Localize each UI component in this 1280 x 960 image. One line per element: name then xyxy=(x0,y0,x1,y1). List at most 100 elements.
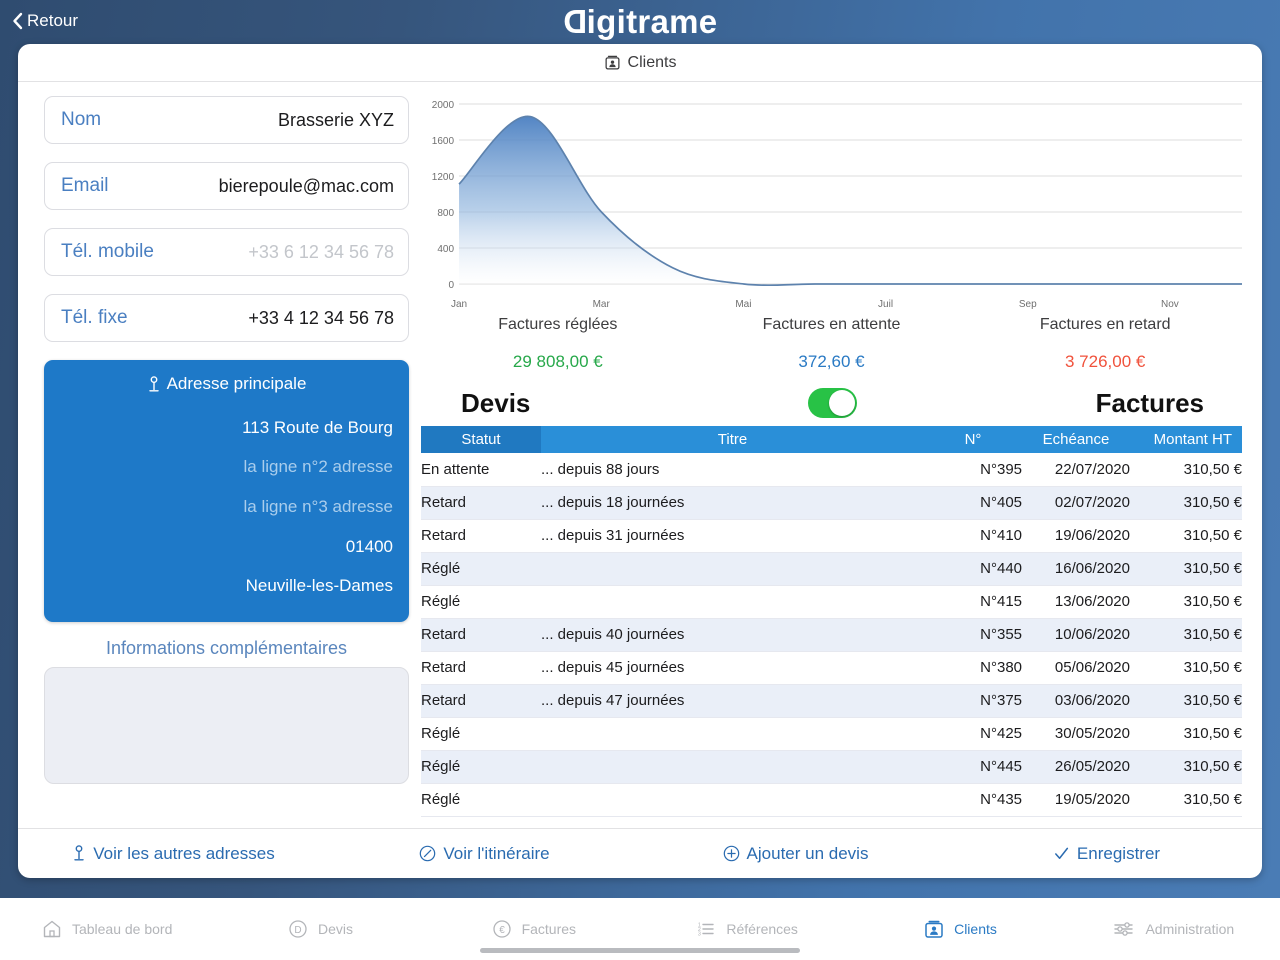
primary-address-card[interactable]: Adresse principale 113 Route de Bourg la… xyxy=(44,360,409,622)
tab-administration[interactable]: Administration xyxy=(1067,918,1280,940)
tab-factures-label: Factures xyxy=(521,921,577,937)
stat-retard-title: Factures en retard xyxy=(1039,316,1171,333)
address-line-2: la ligne n°2 adresse xyxy=(243,457,393,477)
invoices-table-head: Statut Titre N° Echéance Montant HT xyxy=(421,426,1242,453)
svg-text:1200: 1200 xyxy=(432,172,455,183)
tab-references[interactable]: 1 2 3 Références xyxy=(640,918,853,940)
action-enregistrer[interactable]: Enregistrer xyxy=(951,844,1262,864)
row-echeance: 02/07/2020 xyxy=(1022,486,1130,520)
svg-text:Nov: Nov xyxy=(1161,299,1179,310)
tab-devis[interactable]: D Devis xyxy=(213,918,426,940)
primary-address-title-label: Adresse principale xyxy=(166,374,307,393)
stat-reglees-title: Factures réglées xyxy=(498,316,618,333)
row-titre: ... depuis 31 journées xyxy=(541,519,924,553)
row-num: N°355 xyxy=(924,618,1022,652)
stat-retard-value: 3 726,00 € xyxy=(1065,352,1146,371)
svg-text:D: D xyxy=(294,925,301,936)
row-montant: 310,50 € xyxy=(1130,717,1242,751)
notes-input[interactable] xyxy=(44,667,409,784)
content-card: Clients Nom Brasserie XYZ Email bierepou… xyxy=(18,44,1262,878)
table-row[interactable]: Retard... depuis 45 journées N°380 05/06/2… xyxy=(421,651,1242,685)
tab-tableau-de-bord[interactable]: Tableau de bord xyxy=(0,918,213,940)
chart-canvas: 2000 1600 1200 800 400 0 Jan Mar Mai Jui… xyxy=(432,100,1242,310)
table-row[interactable]: Retard... depuis 40 journées N°355 10/06/2… xyxy=(421,618,1242,652)
devis-factures-toggle[interactable] xyxy=(808,388,857,418)
svg-text:1600: 1600 xyxy=(432,136,455,147)
row-num: N°375 xyxy=(924,684,1022,718)
table-row[interactable]: Réglé N°445 26/05/2020 310,50 € xyxy=(421,750,1242,784)
row-echeance: 19/05/2020 xyxy=(1022,783,1130,817)
svg-text:3: 3 xyxy=(698,932,701,938)
tab-factures[interactable]: € Factures xyxy=(427,918,640,940)
svg-text:Juil: Juil xyxy=(878,299,893,310)
row-statut: Réglé xyxy=(421,552,541,586)
list-icon: 1 2 3 xyxy=(698,923,715,938)
plus-circle-icon xyxy=(723,845,739,862)
row-titre: ... depuis 40 journées xyxy=(541,618,924,652)
stat-attente-title: Factures en attente xyxy=(762,316,901,333)
table-row[interactable]: Réglé N°415 13/06/2020 310,50 € xyxy=(421,585,1242,619)
col-statut[interactable]: Statut xyxy=(421,426,541,453)
row-echeance: 26/05/2020 xyxy=(1022,750,1130,784)
table-row[interactable]: En attente... depuis 88 jours N°395 22/07/… xyxy=(421,453,1242,487)
row-num: N°380 xyxy=(924,651,1022,685)
col-montant[interactable]: Montant HT xyxy=(1130,426,1242,453)
row-montant: 310,50 € xyxy=(1130,486,1242,520)
table-row[interactable]: Retard... depuis 18 journées N°405 02/07/2… xyxy=(421,486,1242,520)
row-titre: ... depuis 45 journées xyxy=(541,651,924,685)
table-row[interactable]: Retard... depuis 31 journées N°410 19/06/2… xyxy=(421,519,1242,553)
field-tel-mobile[interactable]: Tél. mobile +33 6 12 34 56 78 xyxy=(44,228,409,276)
svg-text:0: 0 xyxy=(448,280,454,291)
field-nom[interactable]: Nom Brasserie XYZ xyxy=(44,96,409,144)
table-row[interactable]: Réglé N°435 19/05/2020 310,50 € xyxy=(421,783,1242,817)
row-num: N°395 xyxy=(924,453,1022,487)
check-icon xyxy=(1054,847,1069,859)
row-num: N°405 xyxy=(924,486,1022,520)
field-tel-fixe-label: Tél. fixe xyxy=(61,307,128,328)
row-echeance: 22/07/2020 xyxy=(1022,453,1130,487)
field-tel-fixe[interactable]: Tél. fixe +33 4 12 34 56 78 xyxy=(44,294,409,342)
row-num: N°445 xyxy=(924,750,1022,784)
notes-title: Informations complémentaires xyxy=(105,638,348,658)
table-row[interactable]: Réglé N°440 16/06/2020 310,50 € xyxy=(421,552,1242,586)
svg-text:800: 800 xyxy=(437,208,454,219)
row-echeance: 03/06/2020 xyxy=(1022,684,1130,718)
action-ajouter-devis[interactable]: Ajouter un devis xyxy=(640,844,951,864)
stat-reglees-value: 29 808,00 € xyxy=(512,352,603,371)
col-titre[interactable]: Titre xyxy=(541,426,924,453)
stat-factures-en-attente: Factures en attente 372,60 € xyxy=(695,316,969,372)
row-montant: 310,50 € xyxy=(1130,684,1242,718)
card-body: Nom Brasserie XYZ Email bierepoule@mac.c… xyxy=(18,82,1262,828)
field-tel-mobile-label: Tél. mobile xyxy=(61,241,154,262)
invoices-table-body: En attente... depuis 88 jours N°395 22/07/… xyxy=(421,453,1242,817)
tab-references-label: Références xyxy=(726,921,798,937)
col-num[interactable]: N° xyxy=(924,426,1022,453)
action-voir-autres-adresses[interactable]: Voir les autres adresses xyxy=(18,844,329,864)
col-echeance[interactable]: Echéance xyxy=(1022,426,1130,453)
home-indicator xyxy=(480,948,800,953)
address-city: Neuville-les-Dames xyxy=(245,576,393,596)
row-titre xyxy=(541,717,924,751)
svg-text:Mar: Mar xyxy=(593,299,611,310)
pin-icon xyxy=(74,845,84,861)
row-statut: Réglé xyxy=(421,717,541,751)
row-echeance: 16/06/2020 xyxy=(1022,552,1130,586)
table-row[interactable]: Retard... depuis 47 journées N°375 03/06/2… xyxy=(421,684,1242,718)
row-num: N°410 xyxy=(924,519,1022,553)
tab-tableau-de-bord-label: Tableau de bord xyxy=(71,921,173,937)
action-voir-itineraire[interactable]: Voir l'itinéraire xyxy=(329,844,640,864)
tab-clients[interactable]: Clients xyxy=(853,918,1066,940)
field-email[interactable]: Email bierepoule@mac.com xyxy=(44,162,409,210)
factures-heading: Factures xyxy=(1095,387,1204,418)
row-montant: 310,50 € xyxy=(1130,618,1242,652)
row-montant: 310,50 € xyxy=(1130,783,1242,817)
action-enregistrer-label: Enregistrer xyxy=(1076,843,1161,863)
row-montant: 310,50 € xyxy=(1130,519,1242,553)
row-num: N°440 xyxy=(924,552,1022,586)
row-titre: ... depuis 47 journées xyxy=(541,684,924,718)
stat-factures-en-retard: Factures en retard 3 726,00 € xyxy=(968,316,1242,372)
tab-clients-label: Clients xyxy=(954,921,997,937)
table-row[interactable]: Réglé N°425 30/05/2020 310,50 € xyxy=(421,717,1242,751)
row-statut: Retard xyxy=(421,684,541,718)
app-screen: Retour Digitrame Clients Nom Brasserie X… xyxy=(0,0,1280,960)
